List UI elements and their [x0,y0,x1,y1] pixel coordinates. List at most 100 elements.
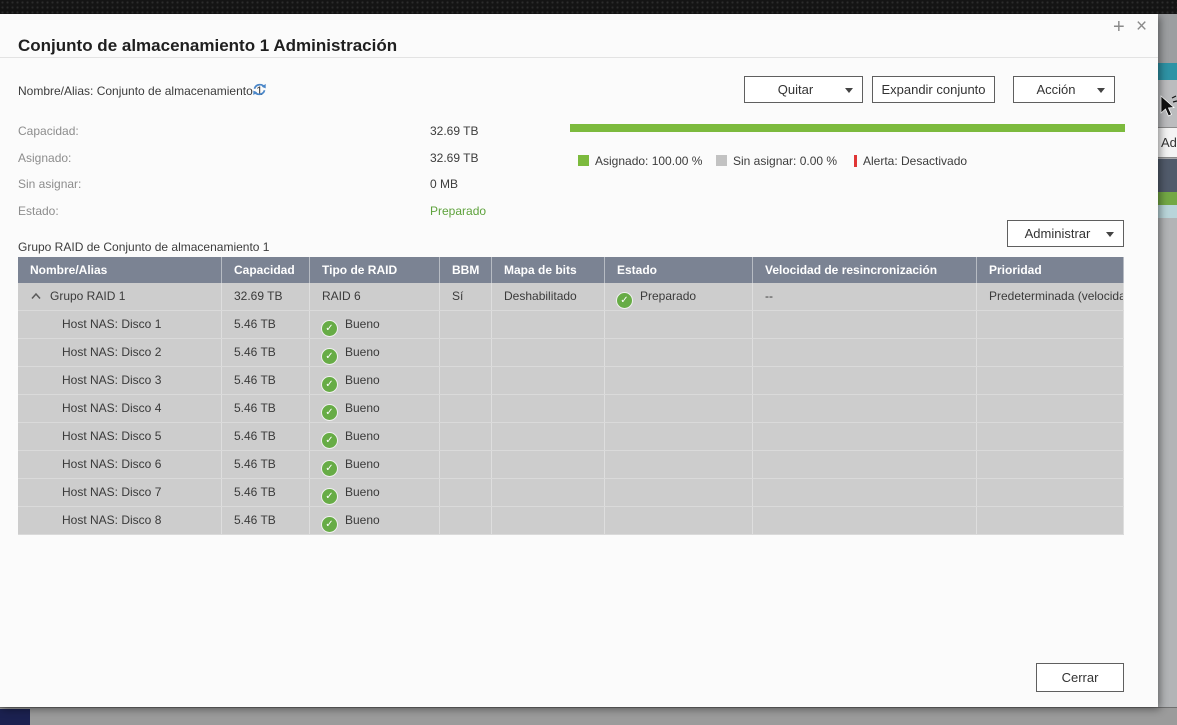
raid-table: Nombre/AliasCapacidadTipo de RAIDBBMMapa… [18,257,1124,535]
legend-item-1: Sin asignar: 0.00 % [716,154,837,168]
background-pale-row [1158,205,1177,218]
status-badge: ✓Bueno [322,513,380,527]
cell-name: Host NAS: Disco 5 [18,423,222,450]
cell-bbm [440,507,492,534]
row-name-label: Host NAS: Disco 5 [62,429,161,443]
cell-priority [977,507,1124,534]
cell-name: Host NAS: Disco 1 [18,311,222,338]
cell-status [605,395,753,422]
row-name-label: Grupo RAID 1 [50,289,125,303]
cell-priority [977,367,1124,394]
legend-item-2: Alerta: Desactivado [854,154,967,168]
cell-bitmap [492,507,605,534]
usage-bar [570,124,1125,132]
background-green-row [1158,192,1177,205]
cerrar-button[interactable]: Cerrar [1036,663,1124,692]
cell-bitmap [492,451,605,478]
table-row[interactable]: Grupo RAID 132.69 TBRAID 6SíDeshabilitad… [18,283,1124,311]
legend-marker-icon [854,155,857,167]
quitar-button[interactable]: Quitar [744,76,863,103]
cell-capacity: 5.46 TB [222,451,310,478]
cell-resync [753,507,977,534]
cell-bbm [440,311,492,338]
accion-button[interactable]: Acción [1013,76,1115,103]
cerrar-button-label: Cerrar [1062,670,1099,685]
status-badge-label: Bueno [345,485,380,499]
row-name-label: Host NAS: Disco 8 [62,513,161,527]
cell-bitmap [492,339,605,366]
cell-raid-type: ✓Bueno [310,395,440,422]
column-header-2[interactable]: Tipo de RAID [310,257,440,283]
chevron-down-icon [1106,232,1114,237]
table-row[interactable]: Host NAS: Disco 45.46 TB✓Bueno [18,395,1124,423]
row-name-label: Host NAS: Disco 7 [62,485,161,499]
check-circle-icon: ✓ [322,489,337,504]
table-row[interactable]: Host NAS: Disco 25.46 TB✓Bueno [18,339,1124,367]
accion-button-label: Acción [1036,82,1075,97]
legend-item-0: Asignado: 100.00 % [578,154,702,168]
table-row[interactable]: Host NAS: Disco 55.46 TB✓Bueno [18,423,1124,451]
capacidad-label: Capacidad: [18,124,79,138]
cell-resync [753,395,977,422]
close-icon[interactable]: × [1136,17,1147,37]
column-header-5[interactable]: Estado [605,257,753,283]
table-row[interactable]: Host NAS: Disco 75.46 TB✓Bueno [18,479,1124,507]
cell-status [605,367,753,394]
cell-status [605,451,753,478]
cell-raid-type: ✓ Bueno [310,367,440,394]
cell-priority [977,423,1124,450]
chevron-up-icon[interactable] [30,292,42,300]
pool-name-alias: Nombre/Alias: Conjunto de almacenamiento… [18,84,263,98]
status-badge-label: Bueno [345,373,380,387]
table-row[interactable]: Host NAS: Disco 15.46 TB✓Bueno [18,311,1124,339]
administrar-button-label: Administrar [1025,226,1091,241]
background-taskbar-fragment [0,709,30,725]
add-tab-icon[interactable]: + [1113,17,1125,37]
refresh-icon[interactable] [252,82,267,97]
cell-priority [977,311,1124,338]
raid-group-section-title: Grupo RAID de Conjunto de almacenamiento… [18,240,269,254]
background-body [1158,218,1177,707]
cell-capacity: 32.69 TB [222,283,310,310]
row-name-label: Host NAS: Disco 2 [62,345,161,359]
row-name-label: Host NAS: Disco 6 [62,457,161,471]
table-row[interactable]: Host NAS: Disco 35.46 TB✓Bueno [18,367,1124,395]
table-body: Grupo RAID 132.69 TBRAID 6SíDeshabilitad… [18,283,1124,535]
expandir-conjunto-button[interactable]: Expandir conjunto [872,76,995,103]
cell-bbm [440,395,492,422]
cell-resync [753,339,977,366]
status-badge-label: Bueno [345,513,380,527]
status-badge-label: Bueno [345,317,380,331]
status-badge: ✓Bueno [322,429,380,443]
column-header-3[interactable]: BBM [440,257,492,283]
cell-name: Host NAS: Disco 2 [18,339,222,366]
column-header-7[interactable]: Prioridad [977,257,1124,283]
cell-priority [977,395,1124,422]
check-circle-icon: ✓ [322,377,337,392]
column-header-4[interactable]: Mapa de bits [492,257,605,283]
status-badge-label: Bueno [345,429,380,443]
table-row[interactable]: Host NAS: Disco 85.46 TB✓Bueno [18,507,1124,535]
cell-resync [753,479,977,506]
cell-raid-type: ✓Bueno [310,311,440,338]
legend-marker-icon [578,155,589,166]
column-header-0[interactable]: Nombre/Alias [18,257,222,283]
cell-name: Host NAS: Disco 8 [18,507,222,534]
administrar-button[interactable]: Administrar [1007,220,1124,247]
expandir-button-label: Expandir conjunto [881,82,985,97]
cell-name: Host NAS: Disco 3 [18,367,222,394]
column-header-6[interactable]: Velocidad de resincronización [753,257,977,283]
cell-priority [977,339,1124,366]
table-header-row: Nombre/AliasCapacidadTipo de RAIDBBMMapa… [18,257,1124,283]
cell-bbm [440,479,492,506]
cell-bitmap [492,479,605,506]
cell-resync [753,367,977,394]
cell-bitmap: Deshabilitado [492,283,605,310]
background-partial-button: Ad [1158,127,1177,158]
cell-name: Host NAS: Disco 6 [18,451,222,478]
table-row[interactable]: Host NAS: Disco 65.46 TB✓Bueno [18,451,1124,479]
cell-name: Host NAS: Disco 7 [18,479,222,506]
column-header-1[interactable]: Capacidad [222,257,310,283]
cell-resync [753,311,977,338]
cell-raid-type: ✓ Bueno [310,479,440,506]
